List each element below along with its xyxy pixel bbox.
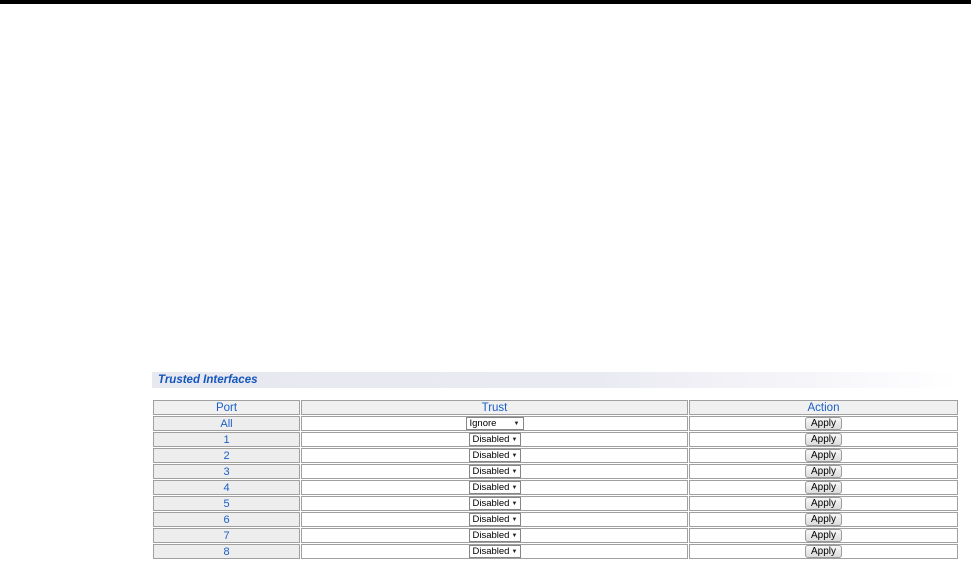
trust-select[interactable]: Ignore ▼ [466, 417, 524, 430]
port-label: 3 [153, 464, 300, 479]
column-header-trust: Trust [301, 400, 688, 415]
action-cell: Apply [689, 544, 958, 559]
trust-select[interactable]: Disabled ▼ [469, 481, 521, 494]
port-label: 7 [153, 528, 300, 543]
trust-cell: Disabled ▼ [301, 448, 688, 463]
port-label: 8 [153, 544, 300, 559]
chevron-down-icon: ▼ [511, 501, 517, 507]
apply-button[interactable]: Apply [805, 417, 842, 430]
trust-select[interactable]: Disabled ▼ [469, 465, 521, 478]
port-label: 2 [153, 448, 300, 463]
chevron-down-icon: ▼ [511, 549, 517, 555]
action-cell: Apply [689, 432, 958, 447]
apply-button[interactable]: Apply [805, 497, 842, 510]
action-cell: Apply [689, 480, 958, 495]
table-row-all: All Ignore ▼ Apply [153, 416, 958, 431]
table-row-port-3: 3 Disabled ▼ Apply [153, 464, 958, 479]
apply-button[interactable]: Apply [805, 449, 842, 462]
apply-button[interactable]: Apply [805, 433, 842, 446]
trusted-interfaces-panel: Trusted Interfaces Port Trust Action All… [152, 372, 959, 560]
trust-select[interactable]: Disabled ▼ [469, 545, 521, 558]
port-label: 6 [153, 512, 300, 527]
trust-select-value: Disabled [473, 498, 510, 509]
trust-cell: Disabled ▼ [301, 512, 688, 527]
apply-button[interactable]: Apply [805, 513, 842, 526]
action-cell: Apply [689, 448, 958, 463]
trust-select[interactable]: Disabled ▼ [469, 529, 521, 542]
column-header-port: Port [153, 400, 300, 415]
chevron-down-icon: ▼ [511, 453, 517, 459]
table-row-port-2: 2 Disabled ▼ Apply [153, 448, 958, 463]
port-label: 4 [153, 480, 300, 495]
table-row-port-5: 5 Disabled ▼ Apply [153, 496, 958, 511]
trust-cell: Disabled ▼ [301, 544, 688, 559]
trust-select-value: Disabled [473, 434, 510, 445]
panel-title: Trusted Interfaces [152, 372, 959, 388]
trust-select-value: Disabled [473, 450, 510, 461]
trust-cell: Disabled ▼ [301, 496, 688, 511]
trust-cell: Disabled ▼ [301, 464, 688, 479]
trusted-interfaces-table: Port Trust Action All Ignore ▼ Apply 1 [152, 399, 959, 560]
action-cell: Apply [689, 496, 958, 511]
trust-cell: Disabled ▼ [301, 432, 688, 447]
trust-select-value: Disabled [473, 466, 510, 477]
action-cell: Apply [689, 416, 958, 431]
top-border-bar [0, 0, 971, 4]
trust-cell: Disabled ▼ [301, 480, 688, 495]
table-row-port-6: 6 Disabled ▼ Apply [153, 512, 958, 527]
trust-cell: Ignore ▼ [301, 416, 688, 431]
trust-select[interactable]: Disabled ▼ [469, 433, 521, 446]
trust-select[interactable]: Disabled ▼ [469, 449, 521, 462]
trust-select-value: Disabled [473, 482, 510, 493]
trust-select-value: Disabled [473, 514, 510, 525]
port-label: All [153, 416, 300, 431]
chevron-down-icon: ▼ [511, 469, 517, 475]
trust-select-value: Disabled [473, 546, 510, 557]
table-row-port-4: 4 Disabled ▼ Apply [153, 480, 958, 495]
trust-select[interactable]: Disabled ▼ [469, 497, 521, 510]
port-label: 5 [153, 496, 300, 511]
apply-button[interactable]: Apply [805, 545, 842, 558]
trust-select-value: Disabled [473, 530, 510, 541]
chevron-down-icon: ▼ [511, 533, 517, 539]
trust-select[interactable]: Disabled ▼ [469, 513, 521, 526]
chevron-down-icon: ▼ [511, 517, 517, 523]
apply-button[interactable]: Apply [805, 481, 842, 494]
trust-select-value: Ignore [470, 418, 497, 429]
trust-cell: Disabled ▼ [301, 528, 688, 543]
column-header-action: Action [689, 400, 958, 415]
apply-button[interactable]: Apply [805, 465, 842, 478]
action-cell: Apply [689, 464, 958, 479]
table-row-port-7: 7 Disabled ▼ Apply [153, 528, 958, 543]
header-row: Port Trust Action [153, 400, 958, 415]
chevron-down-icon: ▼ [511, 437, 517, 443]
action-cell: Apply [689, 512, 958, 527]
apply-button[interactable]: Apply [805, 529, 842, 542]
action-cell: Apply [689, 528, 958, 543]
port-label: 1 [153, 432, 300, 447]
table-row-port-1: 1 Disabled ▼ Apply [153, 432, 958, 447]
chevron-down-icon: ▼ [514, 421, 520, 427]
chevron-down-icon: ▼ [511, 485, 517, 491]
table-row-port-8: 8 Disabled ▼ Apply [153, 544, 958, 559]
